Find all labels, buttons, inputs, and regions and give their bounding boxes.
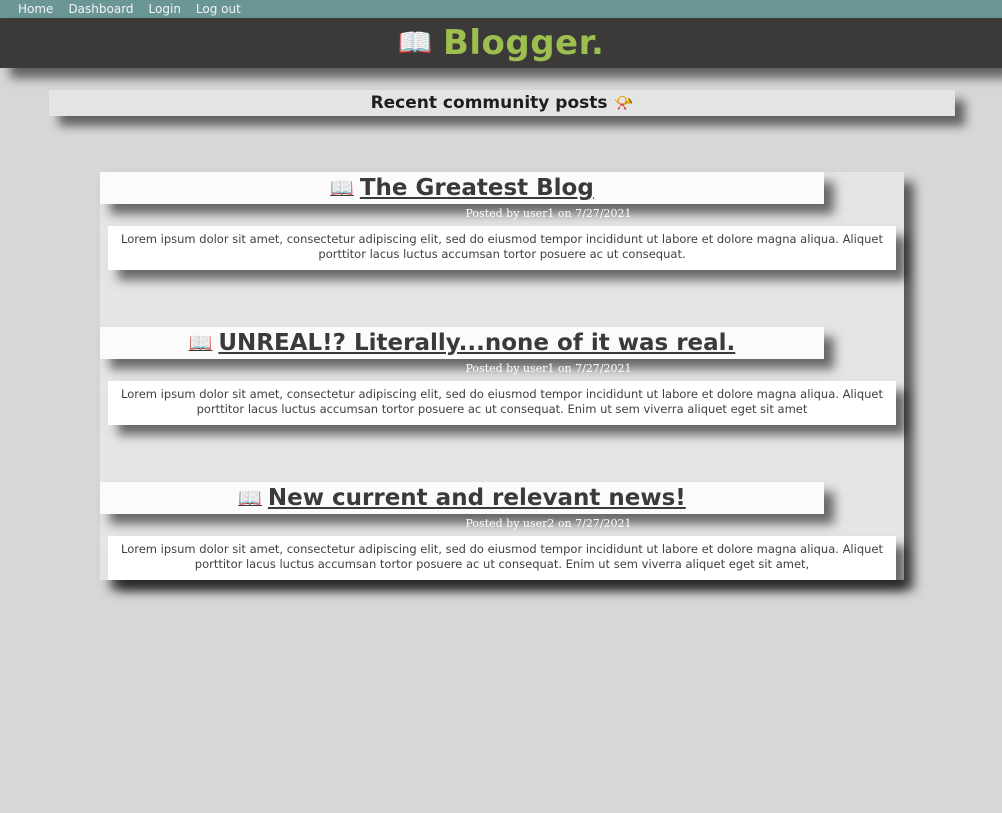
book-icon: 📖 xyxy=(238,486,262,509)
nav-link-dashboard[interactable]: Dashboard xyxy=(68,1,133,17)
post-body: Lorem ipsum dolor sit amet, consectetur … xyxy=(108,381,896,425)
recent-posts-heading: Recent community posts 📯 xyxy=(49,90,955,116)
post-body: Lorem ipsum dolor sit amet, consectetur … xyxy=(108,226,896,270)
book-icon: 📖 xyxy=(188,331,213,354)
post-title-text: New current and relevant news! xyxy=(267,485,686,511)
nav-link-logout[interactable]: Log out xyxy=(196,1,241,17)
posts-list: 📖 The Greatest Blog Posted by user1 on 7… xyxy=(100,172,904,580)
post-title-link[interactable]: 📖 UNREAL!? Literally...none of it was re… xyxy=(189,330,736,356)
post-meta: Posted by user2 on 7/27/2021 xyxy=(465,517,632,530)
nav-link-login[interactable]: Login xyxy=(149,1,181,17)
recent-posts-title: Recent community posts xyxy=(370,93,608,113)
book-icon: 📖 xyxy=(397,26,433,59)
post-title-bar: 📖 The Greatest Blog xyxy=(100,172,824,204)
post-title-text: UNREAL!? Literally...none of it was real… xyxy=(218,330,736,356)
brand-name: Blogger. xyxy=(442,23,605,63)
post-title-text: The Greatest Blog xyxy=(359,175,594,201)
post-meta: Posted by user1 on 7/27/2021 xyxy=(465,362,632,375)
post-body: Lorem ipsum dolor sit amet, consectetur … xyxy=(108,536,896,580)
top-nav: Home Dashboard Login Log out xyxy=(0,0,1002,18)
post-meta: Posted by user1 on 7/27/2021 xyxy=(465,207,632,220)
post-title-link[interactable]: 📖 The Greatest Blog xyxy=(330,175,594,201)
post-title-bar: 📖 UNREAL!? Literally...none of it was re… xyxy=(100,327,824,359)
nav-link-home[interactable]: Home xyxy=(18,1,53,17)
postal-horn-icon: 📯 xyxy=(613,93,634,112)
brand-logo[interactable]: 📖 Blogger. xyxy=(398,23,605,63)
book-icon: 📖 xyxy=(330,176,354,199)
post-title-bar: 📖 New current and relevant news! xyxy=(100,482,824,514)
brand-header: 📖 Blogger. xyxy=(0,18,1002,68)
post-title-link[interactable]: 📖 New current and relevant news! xyxy=(238,485,686,511)
